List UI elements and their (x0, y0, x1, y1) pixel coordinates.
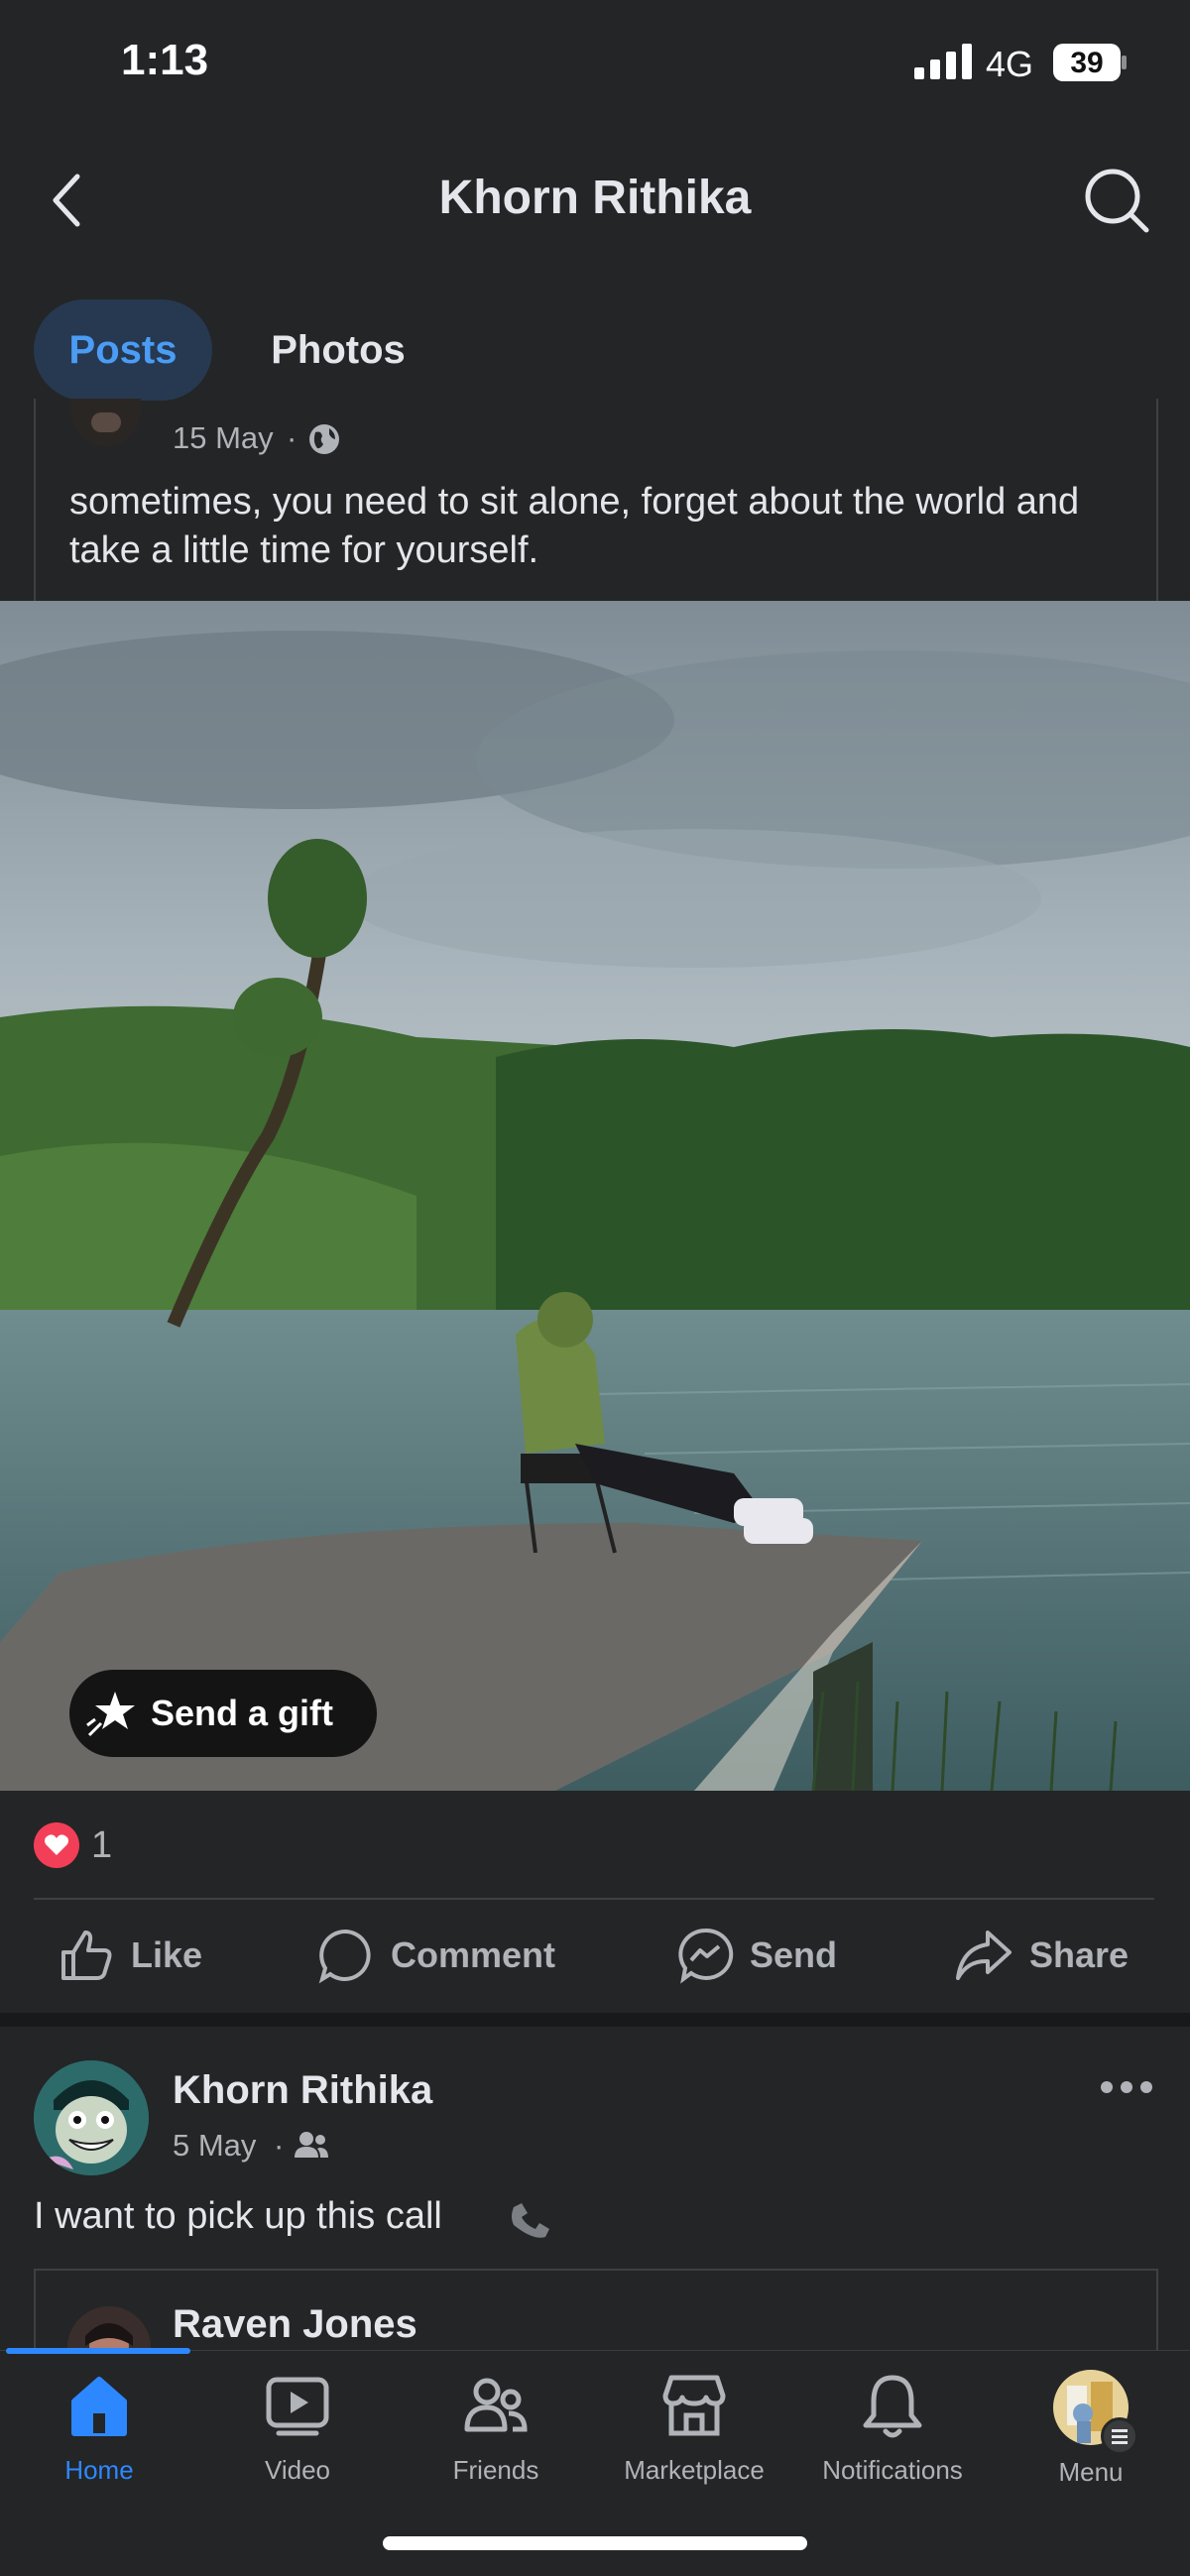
signal-icon (914, 44, 972, 79)
like-label: Like (131, 1934, 203, 1975)
nav-marketplace-label: Marketplace (624, 2455, 765, 2485)
page-title: Khorn Rithika (438, 172, 752, 224)
like-button[interactable]: Like (58, 1924, 202, 1987)
home-indicator[interactable] (383, 2536, 807, 2550)
menu-hamburger-icon (1101, 2417, 1138, 2455)
post-author[interactable]: Khorn Rithika (173, 2068, 432, 2113)
network-type: 4G (986, 44, 1034, 84)
more-options-icon[interactable] (1099, 2072, 1154, 2102)
tab-posts[interactable]: Posts (34, 299, 212, 401)
send-gift-label: Send a gift (151, 1693, 334, 1733)
shared-post-author[interactable]: Raven Jones (173, 2302, 417, 2347)
separator-dot: · (274, 2128, 285, 2163)
comment-button[interactable]: Comment (317, 1924, 555, 1987)
avatar[interactable] (34, 2060, 149, 2175)
friends-icon (295, 2132, 328, 2158)
comment-label: Comment (391, 1934, 556, 1975)
tab-photos[interactable]: Photos (254, 299, 422, 401)
share-icon (956, 1931, 1012, 1980)
status-time: 1:13 (121, 36, 209, 84)
globe-icon (309, 424, 339, 454)
phone-icon (512, 2203, 549, 2238)
nav-notifications[interactable]: Notifications (793, 2372, 992, 2511)
nav-marketplace[interactable]: Marketplace (595, 2372, 793, 2511)
nav-menu[interactable]: Menu (992, 2370, 1190, 2511)
nav-friends-label: Friends (452, 2455, 539, 2485)
marketplace-icon (662, 2375, 726, 2436)
nav-home[interactable]: Home (0, 2372, 198, 2511)
post-text: I want to pick up this call (34, 2195, 442, 2237)
post-photo[interactable]: Send a gift (0, 601, 1190, 1791)
send-button[interactable]: Send (676, 1924, 837, 1987)
share-label: Share (1029, 1934, 1130, 1975)
post-text: sometimes, you need to sit alone, forget… (69, 481, 1080, 571)
nav-notifications-label: Notifications (822, 2455, 963, 2485)
gift-star-icon (86, 1692, 135, 1737)
heart-reaction-icon[interactable] (34, 1822, 79, 1868)
nav-video[interactable]: Video (198, 2372, 397, 2511)
video-icon (266, 2377, 329, 2436)
post-separator (0, 2013, 1190, 2027)
reaction-count[interactable]: 1 (91, 1824, 112, 1867)
share-button[interactable]: Share (954, 1924, 1129, 1987)
nav-home-label: Home (64, 2455, 134, 2485)
battery-icon: 39 (1053, 44, 1127, 81)
nav-friends[interactable]: Friends (397, 2372, 595, 2511)
like-icon (61, 1931, 112, 1980)
lake-scene-image (0, 601, 1190, 1791)
send-label: Send (750, 1934, 838, 1975)
battery-level: 39 (1070, 47, 1104, 79)
post-date[interactable]: 5 May (173, 2128, 256, 2164)
friends-icon (464, 2378, 528, 2432)
home-icon (71, 2377, 127, 2436)
divider (34, 1898, 1154, 1900)
messenger-icon (678, 1928, 734, 1984)
search-icon[interactable] (1081, 165, 1152, 236)
nav-menu-label: Menu (1058, 2457, 1124, 2487)
menu-avatar (1051, 2368, 1138, 2455)
comment-icon (318, 1929, 371, 1984)
nav-video-label: Video (264, 2455, 331, 2485)
send-gift-button[interactable]: Send a gift (69, 1670, 377, 1757)
shared-post-date[interactable]: 15 May (173, 420, 274, 456)
separator-dot: · (287, 420, 298, 455)
nav-active-indicator (6, 2348, 190, 2354)
bell-icon (863, 2375, 922, 2438)
